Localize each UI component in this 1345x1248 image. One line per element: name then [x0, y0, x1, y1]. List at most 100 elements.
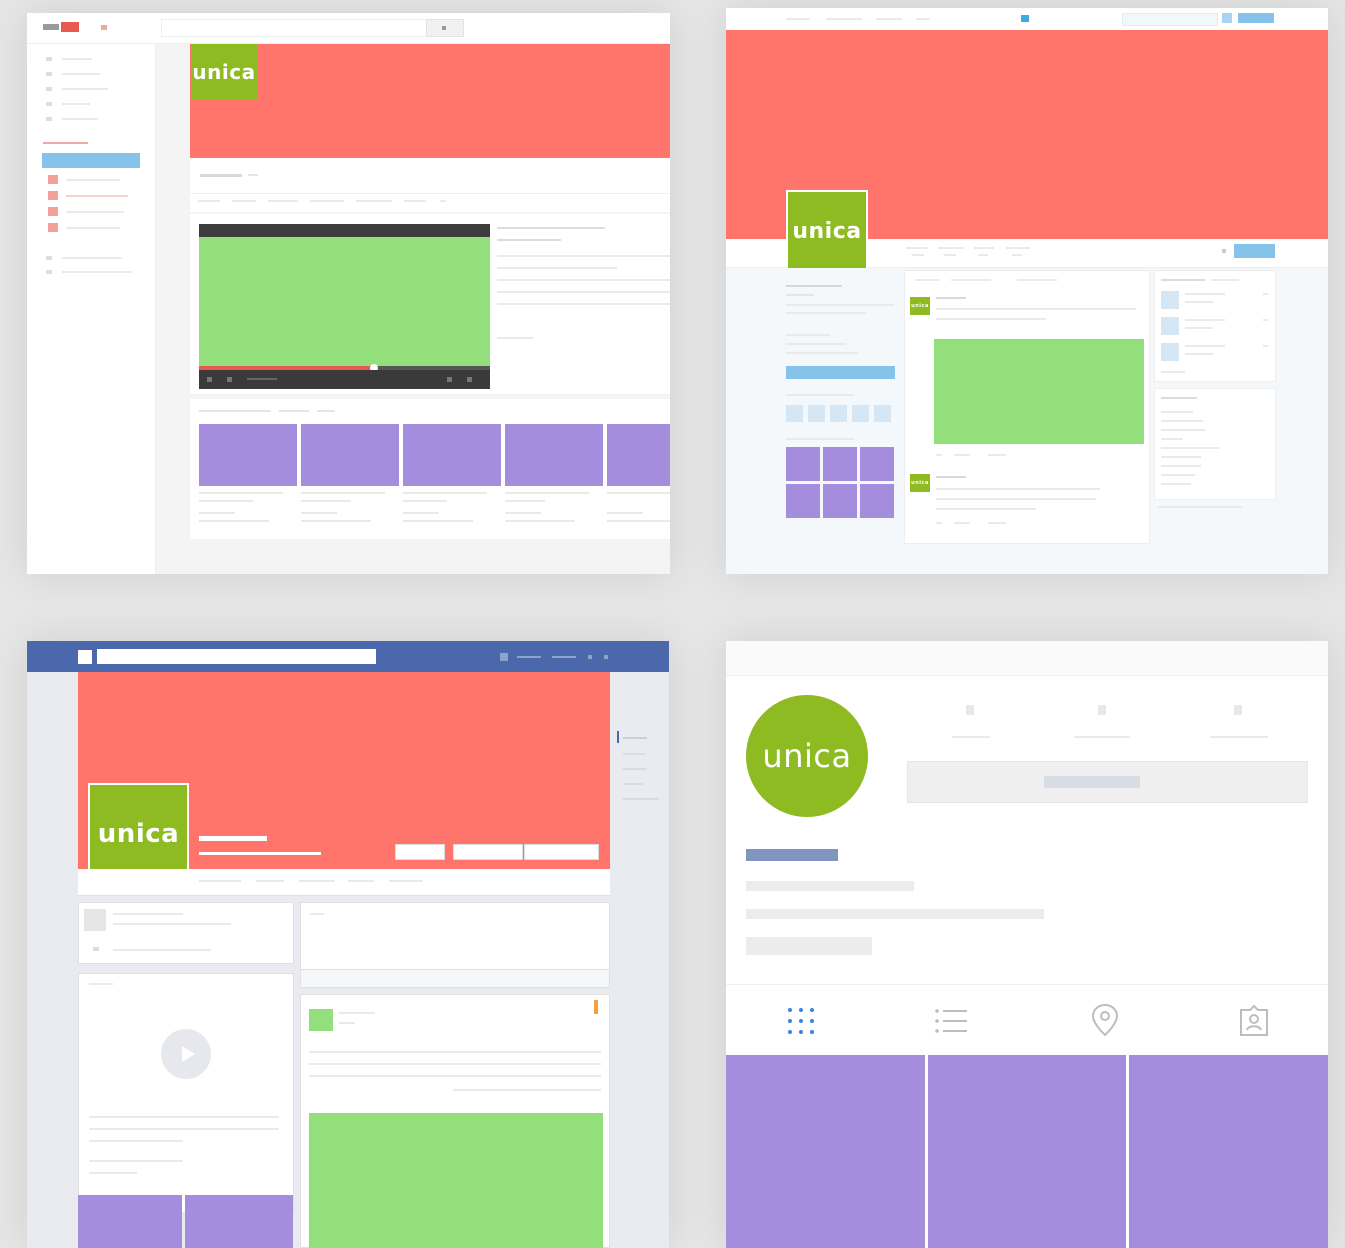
trend-item[interactable] — [1161, 483, 1191, 485]
dismiss-icon[interactable] — [1263, 293, 1268, 295]
sidebar-item[interactable] — [46, 70, 126, 78]
footer-links[interactable] — [1158, 506, 1242, 508]
photo-tile[interactable] — [726, 1055, 925, 1248]
find-friends-link[interactable] — [1161, 371, 1185, 373]
subscription-item[interactable] — [48, 175, 138, 185]
tweet-media[interactable] — [934, 339, 1144, 444]
trend-item[interactable] — [1161, 456, 1201, 458]
subscription-item[interactable] — [48, 223, 138, 233]
tab-item[interactable] — [232, 200, 256, 202]
settings-icon[interactable] — [1222, 249, 1226, 253]
tweet-actions[interactable] — [936, 454, 942, 456]
video-thumbnail[interactable] — [199, 424, 297, 486]
tab-item[interactable] — [256, 880, 284, 882]
dismiss-icon[interactable] — [1263, 319, 1268, 321]
trend-item[interactable] — [1161, 447, 1219, 449]
media-thumb[interactable] — [786, 484, 820, 518]
follow-button[interactable] — [907, 761, 1308, 803]
tweet-actions[interactable] — [954, 454, 970, 456]
stat-posts[interactable] — [948, 703, 992, 743]
tab-item[interactable] — [198, 200, 220, 202]
video-thumbnail[interactable] — [403, 424, 501, 486]
nav-item[interactable] — [786, 18, 810, 20]
tweet-actions[interactable] — [954, 522, 970, 524]
timeline-tab[interactable] — [915, 279, 939, 281]
nav-item[interactable] — [876, 18, 902, 20]
trend-item[interactable] — [1161, 429, 1205, 431]
play-all-link[interactable] — [279, 410, 309, 412]
nav-item[interactable] — [916, 18, 930, 20]
rail-item[interactable] — [623, 737, 647, 739]
play-icon[interactable] — [207, 377, 212, 382]
follower-avatar[interactable] — [874, 405, 891, 422]
photo-tile[interactable] — [928, 1055, 1126, 1248]
rail-item[interactable] — [623, 798, 659, 800]
trend-item[interactable] — [1161, 420, 1203, 422]
tab-item[interactable] — [299, 880, 335, 882]
read-more-link[interactable] — [497, 337, 533, 339]
sidebar-item[interactable] — [46, 85, 126, 93]
friend-requests-icon[interactable] — [588, 655, 592, 659]
nav-find-friends[interactable] — [552, 656, 576, 658]
site-logo[interactable] — [43, 24, 59, 30]
follow-button[interactable] — [1234, 244, 1275, 258]
about-thumb[interactable] — [84, 909, 106, 931]
tab-item[interactable] — [389, 880, 423, 882]
trend-item[interactable] — [1161, 438, 1183, 440]
search-input[interactable] — [161, 19, 428, 37]
tweet-actions[interactable] — [936, 522, 942, 524]
media-thumb[interactable] — [860, 447, 894, 481]
media-thumb[interactable] — [860, 484, 894, 518]
timeline-tab[interactable] — [1017, 279, 1057, 281]
search-input[interactable] — [1122, 13, 1218, 26]
tweet-actions[interactable] — [988, 454, 1006, 456]
post-avatar[interactable] — [309, 1009, 333, 1031]
tab-search[interactable] — [440, 200, 446, 202]
site-logo[interactable] — [1021, 15, 1029, 22]
suggestion-avatar[interactable] — [1161, 343, 1179, 361]
media-thumb[interactable] — [786, 447, 820, 481]
video-preview[interactable] — [79, 996, 293, 1106]
dismiss-icon[interactable] — [1263, 345, 1268, 347]
stat-label[interactable] — [1006, 247, 1030, 249]
stat-label[interactable] — [906, 247, 928, 249]
tab-item[interactable] — [268, 200, 298, 202]
channel-logo[interactable]: unica — [191, 44, 257, 100]
notification-icon[interactable] — [1222, 13, 1232, 23]
follow-button[interactable] — [453, 844, 523, 860]
sidebar-item[interactable] — [46, 268, 141, 276]
location-pin-icon[interactable] — [1090, 1003, 1120, 1037]
play-button-icon[interactable] — [161, 1029, 211, 1079]
list-icon[interactable] — [934, 1007, 968, 1035]
suggestion-avatar[interactable] — [1161, 291, 1179, 309]
rail-item[interactable] — [623, 753, 645, 755]
tweet-actions[interactable] — [988, 522, 1006, 524]
tab-item[interactable] — [310, 200, 344, 202]
video-thumbnail[interactable] — [607, 424, 670, 486]
search-button[interactable] — [426, 19, 464, 37]
sidebar-item[interactable] — [46, 115, 126, 123]
tweet-to-button[interactable] — [786, 366, 895, 379]
tab-item[interactable] — [404, 200, 426, 202]
login-button[interactable] — [1238, 13, 1274, 23]
post-link[interactable] — [453, 1089, 601, 1091]
video-player[interactable] — [199, 224, 490, 389]
trend-item[interactable] — [1161, 465, 1201, 467]
widget-links[interactable] — [1211, 279, 1239, 281]
sidebar-item[interactable] — [46, 100, 126, 108]
settings-icon[interactable] — [447, 377, 452, 382]
tweet-avatar[interactable]: unica — [910, 297, 930, 315]
subscribe-button[interactable] — [42, 153, 140, 168]
like-button[interactable] — [395, 844, 445, 860]
rail-item[interactable] — [623, 768, 647, 770]
media-thumb[interactable] — [823, 447, 857, 481]
fb-logo[interactable] — [78, 650, 92, 664]
profile-website[interactable] — [786, 343, 846, 345]
photo-thumb[interactable] — [78, 1195, 182, 1248]
tab-item[interactable] — [348, 880, 374, 882]
photo-tile[interactable] — [1129, 1055, 1328, 1248]
post-author[interactable] — [339, 1012, 375, 1014]
sidebar-item[interactable] — [46, 55, 126, 63]
tagged-user-icon[interactable] — [1238, 1004, 1270, 1037]
profile-avatar[interactable]: unica — [746, 695, 868, 817]
